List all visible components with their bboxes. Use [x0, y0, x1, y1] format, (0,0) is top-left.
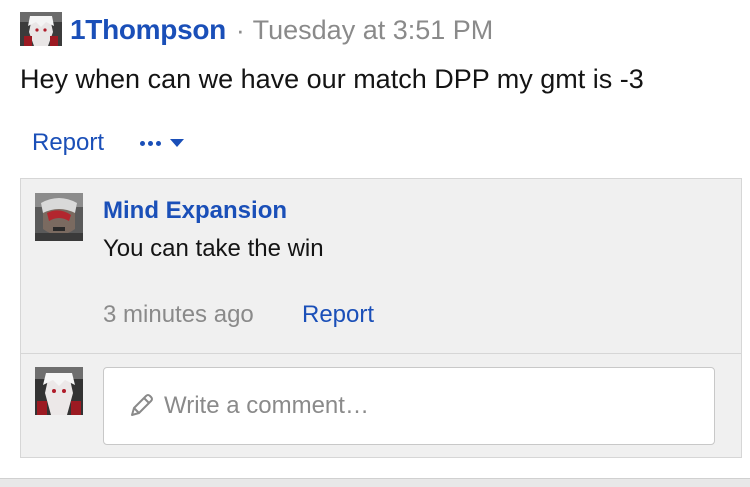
comment-report-link[interactable]: Report	[302, 301, 374, 329]
post-report-link[interactable]: Report	[32, 129, 104, 157]
post-author-link[interactable]: 1Thompson	[70, 14, 226, 46]
comment-text: You can take the win	[103, 235, 324, 262]
commenter-name-link[interactable]: Mind Expansion	[103, 197, 287, 225]
pencil-icon	[131, 394, 153, 416]
comment-input-placeholder: Write a comment…	[164, 392, 369, 419]
comments-panel: Mind Expansion You can take the win 3 mi…	[20, 178, 742, 458]
avatar-image	[35, 367, 83, 415]
commenter-avatar[interactable]	[35, 193, 83, 241]
post-timestamp[interactable]: Tuesday at 3:51 PM	[253, 15, 494, 46]
post-message: Hey when can we have our match DPP my gm…	[20, 64, 644, 94]
more-options-button[interactable]	[140, 139, 185, 147]
caret-down-icon	[170, 139, 185, 147]
comment-timestamp[interactable]: 3 minutes ago	[103, 301, 254, 329]
avatar-image	[20, 12, 62, 46]
post-header: 1Thompson · Tuesday at 3:51 PM	[70, 12, 493, 48]
meta-separator: ·	[235, 14, 245, 45]
comment-input[interactable]: Write a comment…	[103, 367, 715, 445]
post-actions: Report	[32, 126, 185, 160]
ellipsis-icon	[140, 140, 162, 146]
avatar-image	[35, 193, 83, 241]
comment-item: Mind Expansion You can take the win 3 mi…	[21, 179, 741, 354]
author-avatar[interactable]	[20, 12, 62, 46]
current-user-avatar	[35, 367, 83, 415]
